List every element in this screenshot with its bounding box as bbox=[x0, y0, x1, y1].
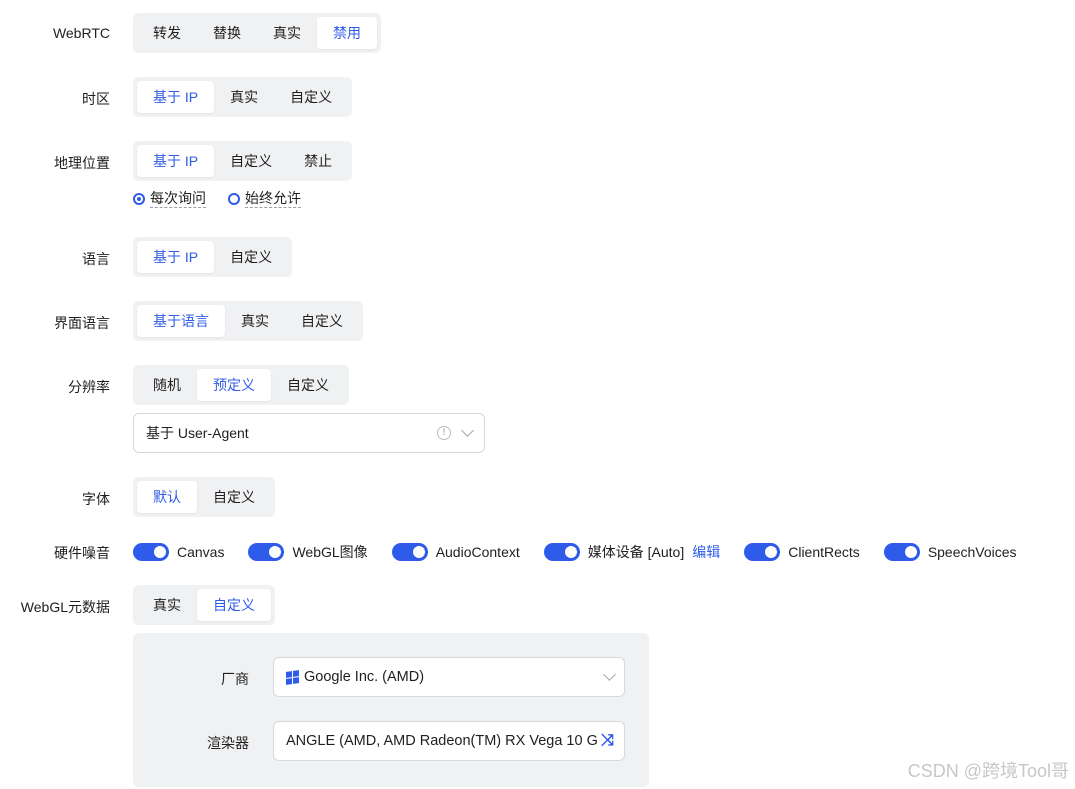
toggle-clientrects: ClientRects bbox=[744, 543, 860, 561]
radio-ask-every-time[interactable]: 每次询问 bbox=[133, 190, 206, 208]
fonts-option-custom[interactable]: 自定义 bbox=[197, 481, 271, 513]
ui-language-option-language[interactable]: 基于语言 bbox=[137, 305, 225, 337]
info-icon[interactable]: ! bbox=[437, 426, 451, 440]
radio-ask-label: 每次询问 bbox=[150, 190, 206, 208]
geolocation-option-custom[interactable]: 自定义 bbox=[214, 145, 288, 177]
webgl-meta-label: WebGL元数据 bbox=[20, 599, 110, 615]
geolocation-option-ip[interactable]: 基于 IP bbox=[137, 145, 215, 177]
canvas-label: Canvas bbox=[177, 544, 225, 560]
renderer-label: 渲染器 bbox=[207, 735, 249, 751]
toggle-audiocontext: AudioContext bbox=[391, 543, 520, 561]
webgl-image-switch[interactable] bbox=[248, 543, 285, 561]
resolution-option-custom[interactable]: 自定义 bbox=[271, 369, 345, 401]
clientrects-label: ClientRects bbox=[788, 544, 860, 560]
resolution-segmented: 随机 预定义 自定义 bbox=[133, 365, 349, 405]
vendor-value: Google Inc. (AMD) bbox=[304, 669, 425, 685]
chevron-down-icon bbox=[603, 668, 616, 681]
hardware-noise-label: 硬件噪音 bbox=[54, 545, 110, 561]
toggle-speechvoices: SpeechVoices bbox=[883, 543, 1017, 561]
webrtc-label: WebRTC bbox=[52, 25, 110, 41]
ui-language-label: 界面语言 bbox=[54, 315, 110, 331]
webgl-meta-option-custom[interactable]: 自定义 bbox=[197, 589, 271, 621]
speechvoices-label: SpeechVoices bbox=[927, 544, 1017, 560]
shuffle-icon[interactable]: ⤨ bbox=[601, 732, 614, 750]
radio-allow-label: 始终允许 bbox=[245, 190, 301, 208]
geolocation-radio-group: 每次询问 始终允许 bbox=[133, 190, 301, 208]
language-segmented: 基于 IP 自定义 bbox=[133, 237, 293, 277]
geolocation-option-block[interactable]: 禁止 bbox=[288, 145, 348, 177]
radio-unchecked-icon bbox=[228, 193, 240, 205]
chevron-down-icon bbox=[461, 424, 474, 437]
timezone-option-real[interactable]: 真实 bbox=[214, 81, 274, 113]
watermark: CSDN @跨境Tool哥 bbox=[907, 761, 1069, 781]
media-devices-label: 媒体设备 [Auto] bbox=[587, 544, 685, 560]
toggle-media-devices: 媒体设备 [Auto] 编辑 bbox=[543, 542, 720, 562]
toggle-webgl-image: WebGL图像 bbox=[248, 542, 368, 562]
ui-language-option-real[interactable]: 真实 bbox=[225, 305, 285, 337]
geolocation-label: 地理位置 bbox=[54, 155, 110, 171]
audiocontext-label: AudioContext bbox=[435, 544, 520, 560]
radio-checked-icon bbox=[133, 193, 145, 205]
webgl-image-label: WebGL图像 bbox=[292, 544, 368, 560]
fonts-label: 字体 bbox=[82, 491, 110, 507]
renderer-field[interactable]: ANGLE (AMD, AMD Radeon(TM) RX Vega 10 Gr… bbox=[273, 721, 625, 761]
timezone-option-ip[interactable]: 基于 IP bbox=[137, 81, 215, 113]
audiocontext-switch[interactable] bbox=[391, 543, 428, 561]
radio-always-allow[interactable]: 始终允许 bbox=[228, 190, 301, 208]
fonts-option-default[interactable]: 默认 bbox=[137, 481, 197, 513]
geolocation-segmented: 基于 IP 自定义 禁止 bbox=[133, 141, 353, 181]
webgl-meta-panel: 厂商 Google Inc. (AMD) 渲染器 ANGLE (AMD, AMD… bbox=[133, 633, 649, 787]
hardware-noise-toggles: Canvas WebGL图像 AudioContext 媒体设备 [Auto] … bbox=[133, 542, 1017, 562]
resolution-option-random[interactable]: 随机 bbox=[137, 369, 197, 401]
resolution-select-value: 基于 User-Agent bbox=[146, 425, 249, 441]
resolution-label: 分辨率 bbox=[68, 379, 110, 395]
language-option-custom[interactable]: 自定义 bbox=[214, 241, 288, 273]
canvas-switch[interactable] bbox=[133, 543, 169, 561]
toggle-canvas: Canvas bbox=[133, 543, 224, 561]
language-option-ip[interactable]: 基于 IP bbox=[137, 241, 215, 273]
vendor-label: 厂商 bbox=[221, 671, 249, 687]
webgl-meta-option-real[interactable]: 真实 bbox=[137, 589, 197, 621]
media-devices-switch[interactable] bbox=[543, 543, 580, 561]
timezone-label: 时区 bbox=[82, 91, 110, 107]
fonts-segmented: 默认 自定义 bbox=[133, 477, 275, 517]
ui-language-segmented: 基于语言 真实 自定义 bbox=[133, 301, 363, 341]
webrtc-segmented: 转发 替换 真实 禁用 bbox=[133, 13, 381, 53]
resolution-option-predefined[interactable]: 预定义 bbox=[197, 369, 271, 401]
clientrects-switch[interactable] bbox=[744, 543, 781, 561]
webrtc-option-replace[interactable]: 替换 bbox=[197, 17, 257, 49]
language-label: 语言 bbox=[82, 251, 110, 267]
windows-icon bbox=[286, 669, 299, 685]
timezone-segmented: 基于 IP 真实 自定义 bbox=[133, 77, 353, 117]
ui-language-option-custom[interactable]: 自定义 bbox=[285, 305, 359, 337]
speechvoices-switch[interactable] bbox=[883, 543, 920, 561]
timezone-option-custom[interactable]: 自定义 bbox=[274, 81, 348, 113]
webrtc-option-forward[interactable]: 转发 bbox=[137, 17, 197, 49]
media-devices-edit-link[interactable]: 编辑 bbox=[692, 542, 720, 562]
webrtc-option-real[interactable]: 真实 bbox=[257, 17, 317, 49]
resolution-select[interactable]: 基于 User-Agent ! bbox=[133, 413, 485, 453]
webrtc-option-disable[interactable]: 禁用 bbox=[317, 17, 377, 49]
renderer-value: ANGLE (AMD, AMD Radeon(TM) RX Vega 10 Gr… bbox=[286, 733, 598, 749]
vendor-select[interactable]: Google Inc. (AMD) bbox=[273, 657, 625, 697]
webgl-meta-segmented: 真实 自定义 bbox=[133, 585, 275, 625]
